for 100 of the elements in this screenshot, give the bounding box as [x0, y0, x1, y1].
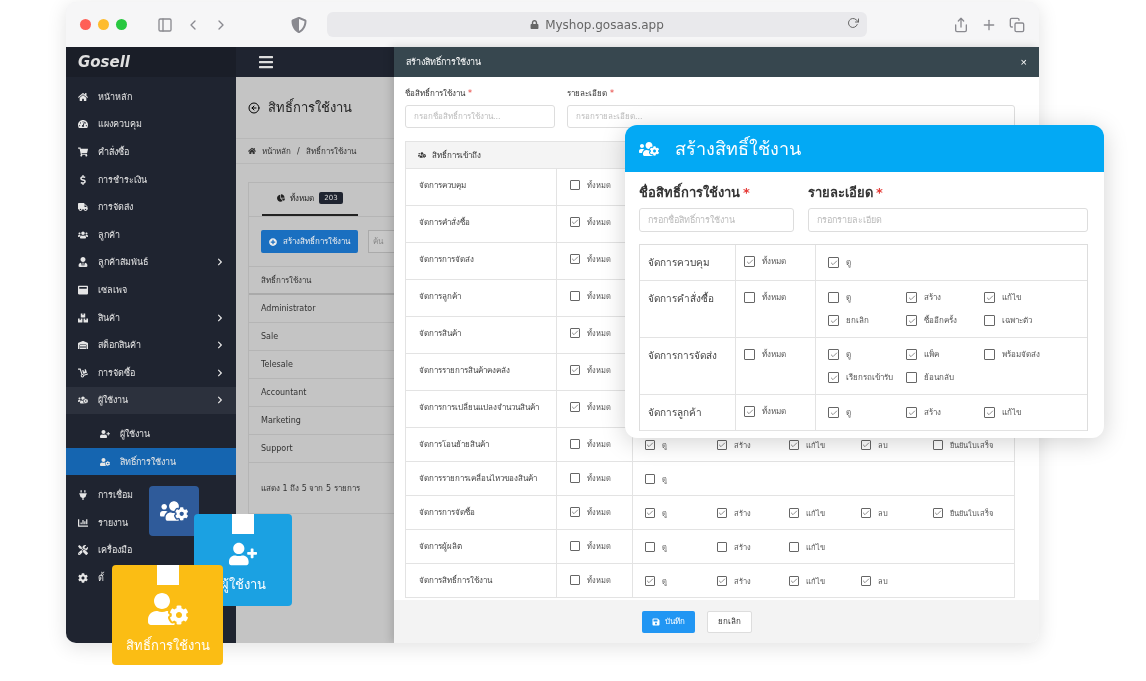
checkbox[interactable]	[861, 439, 871, 450]
sidebar-icon[interactable]	[157, 16, 173, 33]
checkbox[interactable]	[984, 292, 995, 303]
checkbox[interactable]	[645, 439, 655, 450]
input-field[interactable]: กรอกชื่อสิทธิ์การใช้งาน	[639, 208, 794, 232]
checkbox[interactable]	[906, 407, 917, 418]
checkbox[interactable]	[570, 507, 580, 517]
tabs-icon[interactable]	[1009, 16, 1025, 33]
checkbox[interactable]	[570, 291, 580, 301]
reload-icon[interactable]	[847, 17, 859, 29]
checkbox[interactable]	[906, 315, 917, 326]
sidebar-item[interactable]: เครื่องมือ	[66, 536, 144, 565]
checkbox[interactable]	[984, 407, 995, 418]
menu-item-icon	[78, 517, 88, 528]
breadcrumb-item[interactable]: สิทธิ์การใช้งาน	[305, 144, 356, 158]
checkbox[interactable]	[828, 257, 839, 268]
checkbox[interactable]	[717, 575, 727, 586]
menu-item-icon	[78, 572, 88, 583]
checkbox[interactable]	[645, 541, 655, 552]
checkbox[interactable]	[789, 541, 799, 552]
checkbox[interactable]	[828, 407, 839, 418]
back-icon[interactable]	[248, 101, 260, 114]
checkbox[interactable]	[861, 507, 871, 518]
checkbox[interactable]	[861, 575, 871, 586]
shield-icon[interactable]	[291, 16, 307, 33]
checkbox[interactable]	[984, 349, 995, 360]
sidebar-item[interactable]: เซลเพจ	[66, 276, 139, 304]
sidebar-item[interactable]: สต็อกสินค้า	[66, 331, 236, 359]
checkbox-label: ดู	[846, 292, 851, 304]
checkbox[interactable]	[789, 507, 799, 518]
menu-item-icon	[78, 312, 88, 323]
checkbox[interactable]	[645, 575, 655, 586]
search-field[interactable]: ค้น	[368, 230, 394, 253]
sidebar-item[interactable]: การชำระเงิน	[66, 165, 159, 194]
checkbox[interactable]	[906, 292, 917, 303]
sidebar-subitem[interactable]: สิทธิ์การใช้งาน	[66, 447, 236, 476]
sidebar-item[interactable]: คำสั่งซื้อ	[66, 138, 141, 166]
checkbox[interactable]	[570, 575, 580, 585]
permission-name: จัดการรายการสินค้าคงคลัง	[419, 365, 510, 377]
input-field[interactable]: กรอกรายละเอียด	[808, 208, 1088, 232]
pagination-info: แสดง 1 ถึง 5 จาก 5 รายการ	[260, 482, 361, 495]
home-icon	[248, 147, 256, 155]
checkbox[interactable]	[570, 217, 580, 227]
checkbox[interactable]	[645, 473, 655, 484]
checkbox[interactable]	[744, 406, 755, 417]
checkbox[interactable]	[570, 402, 580, 412]
checkbox[interactable]	[828, 315, 839, 326]
sidebar-item[interactable]: การจัดส่ง	[66, 193, 145, 221]
sidebar-item[interactable]: ลูกค้าสัมพันธ์	[66, 248, 236, 277]
menu-icon[interactable]	[258, 54, 274, 70]
checkbox[interactable]	[906, 372, 917, 383]
sidebar-item[interactable]: การเชื่อม	[66, 481, 145, 509]
checkbox[interactable]	[645, 507, 655, 518]
minimize-dot[interactable]	[98, 19, 109, 30]
checkbox[interactable]	[570, 254, 580, 264]
checkbox[interactable]	[717, 439, 727, 450]
sidebar-item[interactable]: แผงควบคุม	[66, 110, 154, 139]
input-field[interactable]: กรอกชื่อสิทธิ์การใช้งาน...	[405, 105, 555, 128]
checkbox[interactable]	[828, 349, 839, 360]
create-role-button[interactable]: สร้างสิทธิ์การใช้งาน	[261, 230, 358, 253]
checkbox[interactable]	[570, 541, 580, 551]
checkbox[interactable]	[828, 292, 839, 303]
checkbox[interactable]	[744, 349, 755, 360]
sidebar-subitem[interactable]: ผู้ใช้งาน	[66, 420, 236, 448]
maximize-dot[interactable]	[116, 19, 127, 30]
menu-item-icon	[78, 202, 88, 213]
field-label: ชื่อสิทธิ์การใช้งาน *	[405, 87, 473, 100]
menu-item-icon	[78, 229, 88, 240]
close-button[interactable]: ×	[1020, 56, 1027, 68]
breadcrumb-item[interactable]: หน้าหลัก	[262, 144, 291, 158]
checkbox[interactable]	[984, 315, 995, 326]
sidebar-item[interactable]: หน้าหลัก	[66, 83, 144, 111]
checkbox[interactable]	[570, 365, 580, 375]
checkbox[interactable]	[570, 439, 580, 449]
checkbox[interactable]	[828, 372, 839, 383]
checkbox[interactable]	[933, 507, 943, 518]
checkbox-label: แก้ไข	[1002, 407, 1021, 419]
sidebar-item[interactable]: ตั้	[66, 564, 116, 592]
checkbox[interactable]	[906, 349, 917, 360]
checkbox[interactable]	[789, 575, 799, 586]
checkbox[interactable]	[570, 473, 580, 483]
checkbox[interactable]	[570, 328, 580, 338]
checkbox[interactable]	[744, 256, 755, 267]
close-dot[interactable]	[80, 19, 91, 30]
checkbox[interactable]	[570, 180, 580, 190]
cancel-button[interactable]: ยกเลิก	[706, 610, 752, 633]
sidebar-item[interactable]: รายงาน	[66, 508, 140, 537]
checkbox[interactable]	[744, 292, 755, 303]
share-icon[interactable]	[953, 16, 969, 33]
sidebar-item[interactable]: สินค้า	[66, 303, 236, 332]
sidebar-item[interactable]: ลูกค้า	[66, 220, 132, 249]
checkbox-label: ทั้งหมด	[762, 348, 786, 361]
checkbox-label: ยกเลิก	[846, 315, 869, 327]
checkbox[interactable]	[717, 507, 727, 518]
checkbox[interactable]	[717, 541, 727, 552]
sidebar-item[interactable]: การจัดซื้อ	[66, 358, 236, 387]
sidebar-item[interactable]: ผู้ใช้งาน	[66, 386, 236, 415]
checkbox[interactable]	[933, 439, 943, 450]
address-bar[interactable]: Myshop.gosaas.app	[327, 12, 867, 37]
checkbox[interactable]	[789, 439, 799, 450]
